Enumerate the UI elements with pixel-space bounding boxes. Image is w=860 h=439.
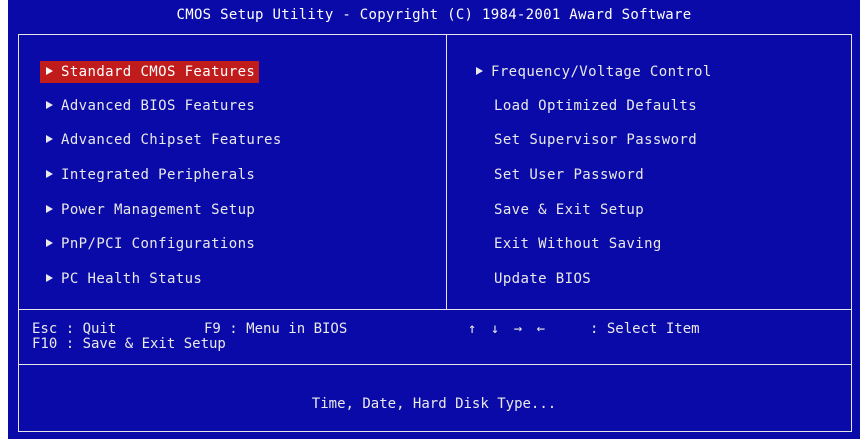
hint-f10-save-exit: F10 : Save & Exit Setup — [32, 336, 226, 352]
help-text: Time, Date, Hard Disk Type... — [311, 396, 557, 412]
hint-select-item: : Select Item — [590, 321, 700, 337]
menu-item-set-user-password[interactable]: Set User Password — [470, 164, 648, 186]
right-triangle-icon — [46, 205, 53, 213]
menu-item-integrated-peripherals[interactable]: Integrated Peripherals — [40, 164, 259, 186]
menu-item-save-exit-setup[interactable]: Save & Exit Setup — [470, 199, 648, 221]
menu-item-load-optimized-defaults[interactable]: Load Optimized Defaults — [470, 95, 701, 117]
menu-item-pc-health-status[interactable]: PC Health Status — [40, 268, 206, 290]
right-triangle-icon — [46, 170, 53, 178]
right-triangle-icon — [476, 67, 483, 75]
right-triangle-icon — [46, 239, 53, 247]
arrow-keys-icon: ↑ ↓ → ← — [468, 321, 549, 337]
bios-screen: CMOS Setup Utility - Copyright (C) 1984-… — [8, 0, 860, 439]
menu-item-advanced-bios-features[interactable]: Advanced BIOS Features — [40, 95, 259, 117]
menu-item-advanced-chipset-features[interactable]: Advanced Chipset Features — [40, 129, 286, 151]
right-triangle-icon — [46, 274, 53, 282]
hint-f9-menu: F9 : Menu in BIOS — [204, 321, 348, 337]
right-triangle-icon — [46, 101, 53, 109]
right-triangle-icon — [46, 67, 53, 75]
hint-esc-quit: Esc : Quit — [32, 321, 117, 337]
column-divider — [446, 34, 447, 310]
menu-item-pnp-pci-configurations[interactable]: PnP/PCI Configurations — [40, 233, 259, 255]
menu-item-set-supervisor-password[interactable]: Set Supervisor Password — [470, 129, 701, 151]
menu-divider — [18, 309, 852, 310]
menu-item-update-bios[interactable]: Update BIOS — [470, 268, 595, 290]
menu-item-frequency-voltage-control[interactable]: Frequency/Voltage Control — [470, 61, 716, 83]
menu-item-power-management-setup[interactable]: Power Management Setup — [40, 199, 259, 221]
menu-item-exit-without-saving[interactable]: Exit Without Saving — [470, 233, 666, 255]
help-divider — [18, 364, 852, 365]
right-triangle-icon — [46, 135, 53, 143]
title-bar: CMOS Setup Utility - Copyright (C) 1984-… — [8, 0, 860, 30]
menu-item-standard-cmos-features[interactable]: Standard CMOS Features — [40, 61, 260, 83]
